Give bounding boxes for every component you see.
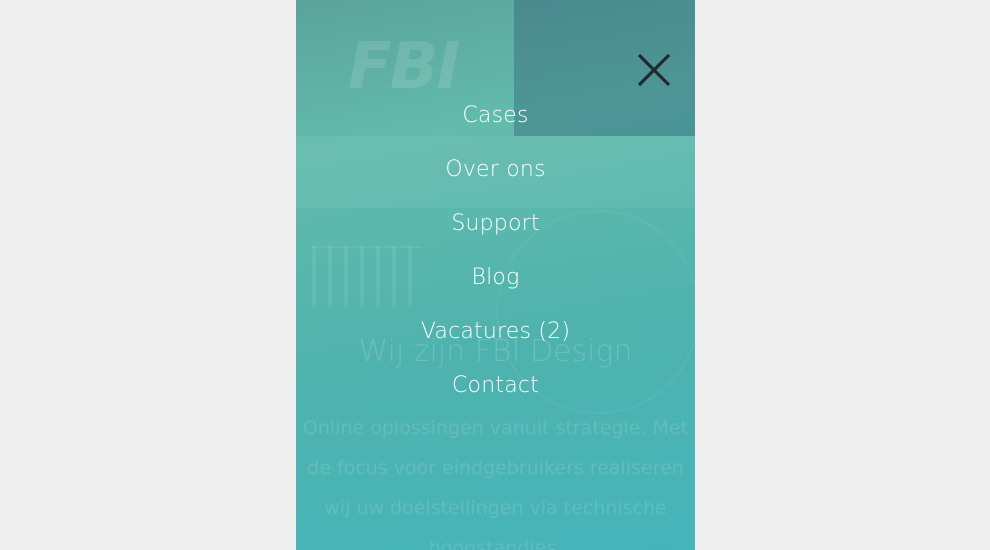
mobile-viewport: FBI Wij zijn FBI Design Online oplossing… (296, 0, 695, 550)
menu-item-contact: Contact (296, 365, 695, 419)
background-intro-text: Online oplossingen vanuit strategie. Met… (302, 417, 689, 550)
menu-link-cases[interactable]: Cases (462, 103, 528, 128)
background-logo: FBI (348, 30, 460, 104)
menu-link-over-ons[interactable]: Over ons (445, 157, 545, 182)
menu-link-support[interactable]: Support (451, 211, 539, 236)
menu-link-blog[interactable]: Blog (472, 265, 520, 290)
close-icon (637, 53, 671, 87)
close-menu-button[interactable] (636, 52, 672, 88)
menu-item-blog: Blog (296, 257, 695, 311)
menu-link-contact[interactable]: Contact (452, 373, 539, 398)
menu-item-support: Support (296, 203, 695, 257)
menu-link-vacatures[interactable]: Vacatures (2) (421, 319, 570, 344)
menu-item-vacatures: Vacatures (2) (296, 311, 695, 365)
menu-item-over-ons: Over ons (296, 149, 695, 203)
menu-item-cases: Cases (296, 95, 695, 149)
